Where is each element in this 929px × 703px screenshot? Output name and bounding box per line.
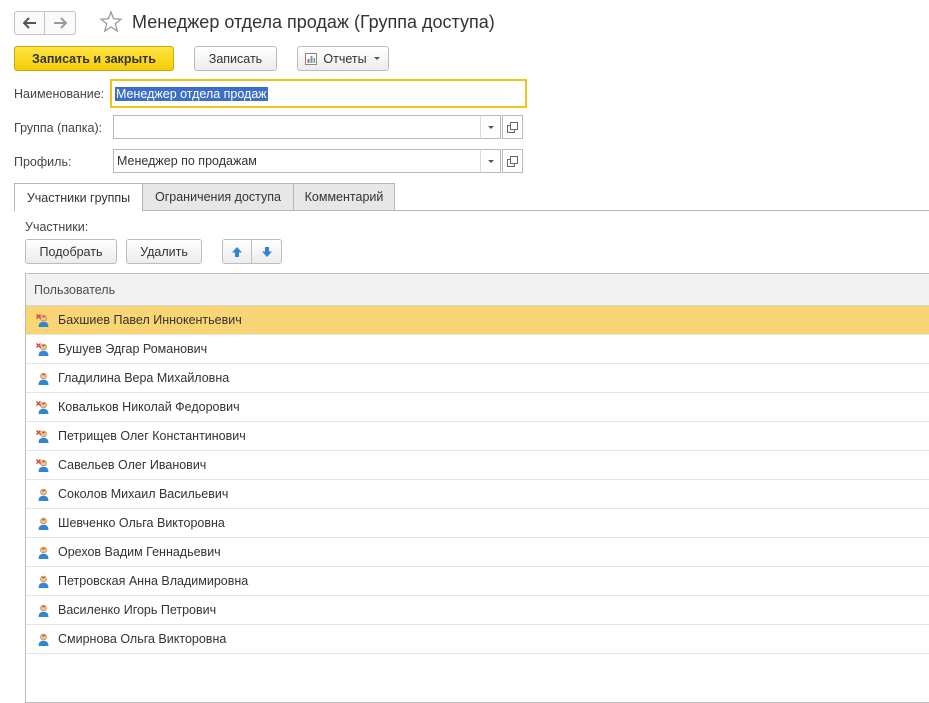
- name-input[interactable]: Менеджер отдела продаж: [110, 79, 527, 108]
- forward-button[interactable]: [45, 11, 76, 35]
- user-name: Петровская Анна Владимировна: [58, 574, 249, 588]
- members-table: Пользователь Бахшиев Павел Иннокентьевич…: [25, 273, 929, 703]
- name-value: Менеджер отдела продаж: [115, 86, 268, 101]
- user-icon: [35, 545, 51, 564]
- delete-button[interactable]: Удалить: [126, 239, 202, 264]
- table-row[interactable]: Смирнова Ольга Викторовна: [26, 625, 929, 654]
- table-row[interactable]: Бахшиев Павел Иннокентьевич: [26, 306, 929, 335]
- user-name: Василенко Игорь Петрович: [58, 603, 217, 617]
- group-open-button[interactable]: [502, 115, 523, 139]
- profile-input[interactable]: Менеджер по продажам: [113, 149, 481, 173]
- user-name: Ковальков Николай Федорович: [58, 400, 240, 414]
- table-row[interactable]: Гладилина Вера Михайловна: [26, 364, 929, 393]
- members-table-body: Бахшиев Павел Иннокентьевич Бушуев Эдгар …: [26, 306, 929, 654]
- user-marked-icon: [35, 429, 51, 448]
- chevron-down-icon: [487, 125, 494, 129]
- user-name: Соколов Михаил Васильевич: [58, 487, 229, 501]
- table-row[interactable]: Соколов Михаил Васильевич: [26, 480, 929, 509]
- save-button[interactable]: Записать: [194, 46, 277, 71]
- user-icon: [35, 487, 51, 506]
- profile-open-button[interactable]: [502, 149, 523, 173]
- move-up-button[interactable]: [222, 239, 252, 264]
- arrow-left-icon: [22, 17, 36, 29]
- user-name: Савельев Олег Иванович: [58, 458, 207, 472]
- user-marked-icon: [35, 458, 51, 477]
- chevron-down-icon: [487, 159, 494, 163]
- reports-button[interactable]: Отчеты: [297, 46, 389, 71]
- tab-members[interactable]: Участники группы: [14, 183, 143, 212]
- table-row[interactable]: Савельев Олег Иванович: [26, 451, 929, 480]
- arrow-right-icon: [54, 17, 67, 29]
- group-input[interactable]: [113, 115, 481, 139]
- user-marked-icon: [35, 313, 51, 332]
- user-icon: [35, 371, 51, 390]
- user-name: Орехов Вадим Геннадьевич: [58, 545, 221, 559]
- table-row[interactable]: Шевченко Ольга Викторовна: [26, 509, 929, 538]
- group-dropdown-button[interactable]: [480, 115, 501, 139]
- save-and-close-button[interactable]: Записать и закрыть: [14, 46, 174, 71]
- chevron-down-icon: [373, 57, 380, 60]
- column-header-user[interactable]: Пользователь: [26, 274, 929, 306]
- open-window-icon: [507, 121, 518, 133]
- table-row[interactable]: Петрищев Олег Константинович: [26, 422, 929, 451]
- pick-button[interactable]: Подобрать: [25, 239, 117, 264]
- open-window-icon: [507, 155, 518, 167]
- user-marked-icon: [35, 342, 51, 361]
- arrow-down-icon: [261, 246, 272, 257]
- tab-comment[interactable]: Комментарий: [293, 183, 395, 211]
- table-row[interactable]: Василенко Игорь Петрович: [26, 596, 929, 625]
- favorite-star-icon[interactable]: [99, 10, 123, 37]
- window-title: Менеджер отдела продаж (Группа доступа): [132, 12, 495, 32]
- name-label: Наименование:: [14, 87, 105, 101]
- profile-label: Профиль:: [14, 155, 72, 169]
- user-name: Гладилина Вера Михайловна: [58, 371, 230, 385]
- members-section-label: Участники:: [25, 220, 89, 234]
- table-row[interactable]: Петровская Анна Владимировна: [26, 567, 929, 596]
- move-down-button[interactable]: [251, 239, 282, 264]
- user-icon: [35, 603, 51, 622]
- user-name: Бушуев Эдгар Романович: [58, 342, 208, 356]
- user-marked-icon: [35, 400, 51, 419]
- profile-dropdown-button[interactable]: [480, 149, 501, 173]
- back-button[interactable]: [14, 11, 45, 35]
- table-row[interactable]: Ковальков Николай Федорович: [26, 393, 929, 422]
- user-name: Бахшиев Павел Иннокентьевич: [58, 313, 242, 327]
- user-icon: [35, 574, 51, 593]
- group-label: Группа (папка):: [14, 121, 103, 135]
- user-name: Петрищев Олег Константинович: [58, 429, 246, 443]
- tab-access-restrictions[interactable]: Ограничения доступа: [142, 183, 294, 211]
- report-chart-icon: [305, 52, 318, 65]
- user-name: Шевченко Ольга Викторовна: [58, 516, 225, 530]
- user-name: Смирнова Ольга Викторовна: [58, 632, 227, 646]
- reports-button-label: Отчеты: [323, 51, 367, 66]
- table-row[interactable]: Орехов Вадим Геннадьевич: [26, 538, 929, 567]
- arrow-up-icon: [232, 246, 242, 257]
- user-icon: [35, 632, 51, 651]
- table-row[interactable]: Бушуев Эдгар Романович: [26, 335, 929, 364]
- user-icon: [35, 516, 51, 535]
